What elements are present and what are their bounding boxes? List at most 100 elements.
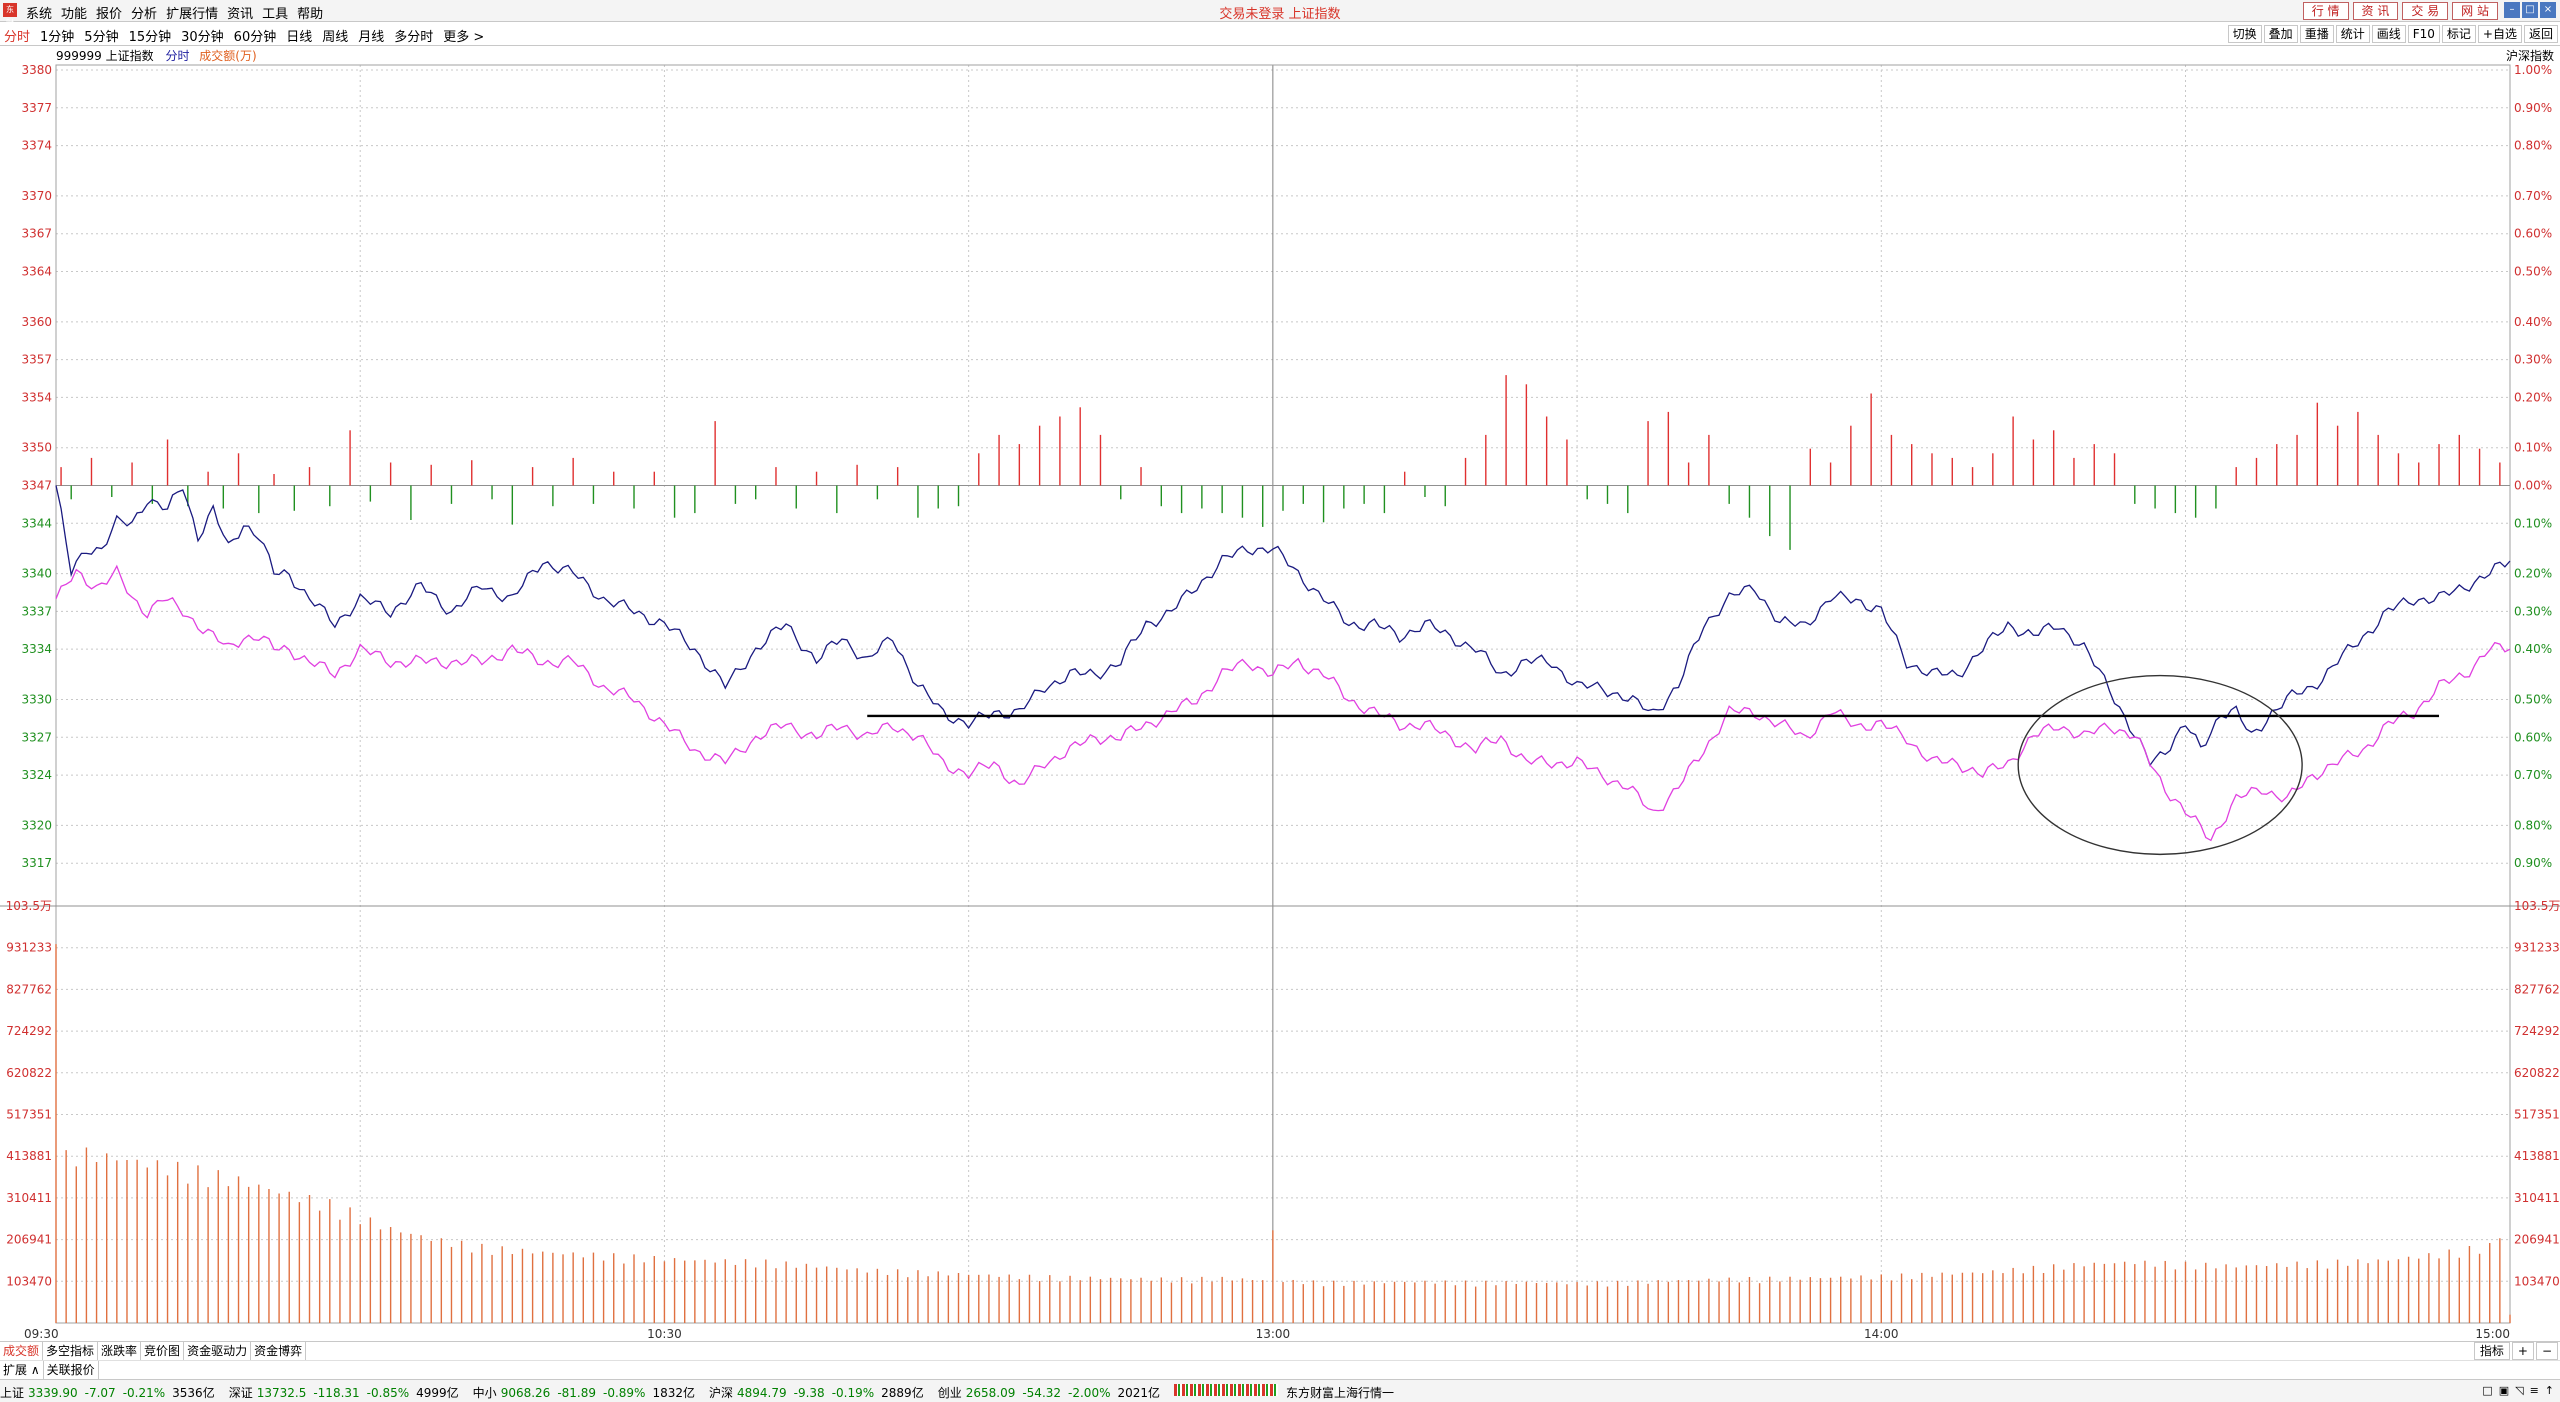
extension-tabs-bar: 扩展 ∧ 关联报价 <box>0 1360 2560 1379</box>
pct-tick: 0.10% <box>2514 516 2552 530</box>
price-tick: 3317 <box>21 856 52 870</box>
pct-tick: 0.70% <box>2514 189 2552 203</box>
tab-turnover[interactable]: 成交额 <box>0 1342 44 1360</box>
volume-tick: 206941 <box>6 1233 52 1247</box>
pct-tick: 0.60% <box>2514 730 2552 744</box>
pct-tick: 0.70% <box>2514 768 2552 782</box>
indicator-button[interactable]: 指标 <box>2473 1342 2510 1360</box>
pct-tick: 0.30% <box>2514 353 2552 367</box>
price-tick: 3370 <box>21 189 52 203</box>
extension-tabs: 扩展 ∧ 关联报价 <box>0 1361 99 1379</box>
price-axis-left: 3380 3377 3374 3370 3367 3364 3360 3357 3354 3350… <box>21 63 52 870</box>
indicator-tabs-bar: 成交额 多空指标 涨跌率 竞价图 资金驱动力 资金博弈 指标 + − <box>0 1341 2560 1360</box>
chart-frame <box>55 64 2511 1324</box>
pct-tick: 0.50% <box>2514 693 2552 707</box>
price-tick: 3344 <box>21 516 52 530</box>
volume-tick: 517351 <box>6 1108 52 1122</box>
market-breadth-bars <box>1174 1384 1279 1396</box>
volume-axis-right: 931233 827762 724292 620822 517351 413881 3104… <box>2514 941 2560 1289</box>
volume-tick: 724292 <box>6 1024 52 1038</box>
status-bar: 上证 3339.90 -7.07 -0.21% 3536亿 深证 13732.5 -118.… <box>0 1379 2560 1402</box>
time-axis: 09:30 10:30 13:00 14:00 15:00 <box>24 1327 2510 1341</box>
intraday-chart[interactable]: 3380 3377 3374 3370 3367 3364 3360 3357 3354 3350… <box>0 0 2560 1341</box>
pct-axis-right: 1.00% 0.90% 0.80% 0.70% 0.60% 0.50% 0.40% 0.30%… <box>2514 63 2552 870</box>
status-icons: □ ▣ ◹ ≡ ↑ <box>2482 1384 2554 1397</box>
pct-tick: 0.00% <box>2514 479 2552 493</box>
volume-tick: 103470 <box>2514 1274 2560 1288</box>
pct-tick: 0.90% <box>2514 856 2552 870</box>
price-tick: 3360 <box>21 315 52 329</box>
pct-tick: 0.40% <box>2514 315 2552 329</box>
chart-grid <box>0 64 2560 1324</box>
add-panel-button[interactable]: + <box>2511 1342 2534 1360</box>
indicator-controls: 指标 + − <box>2472 1342 2558 1360</box>
highlight-ellipse <box>2017 674 2303 856</box>
pct-tick: 0.80% <box>2514 139 2552 153</box>
indicator-tabs: 成交额 多空指标 涨跌率 竞价图 资金驱动力 资金博弈 <box>0 1342 307 1360</box>
volume-tick: 517351 <box>2514 1108 2560 1122</box>
separator-label-right: 103.5万 <box>2514 899 2560 913</box>
volume-axis-left: 931233 827762 724292 620822 517351 413881 3104… <box>6 941 52 1289</box>
price-tick: 3330 <box>21 693 52 707</box>
pct-tick: 0.20% <box>2514 567 2552 581</box>
pct-tick: 1.00% <box>2514 63 2552 77</box>
volume-tick: 413881 <box>2514 1149 2560 1163</box>
tab-auction[interactable]: 竞价图 <box>141 1342 185 1360</box>
menu-icon[interactable]: ≡ <box>2530 1384 2539 1397</box>
pct-tick: 0.10% <box>2514 441 2552 455</box>
pct-tick: 0.60% <box>2514 227 2552 241</box>
volume-tick: 413881 <box>6 1149 52 1163</box>
pct-tick: 0.80% <box>2514 818 2552 832</box>
volume-tick: 103470 <box>6 1274 52 1288</box>
time-label: 09:30 <box>24 1327 59 1341</box>
index-hs300[interactable]: 沪深 4894.79 -9.38 -0.19% 2889亿 <box>709 1384 924 1401</box>
price-tick: 3357 <box>21 353 52 367</box>
pct-tick: 0.50% <box>2514 264 2552 278</box>
volume-tick: 310411 <box>2514 1191 2560 1205</box>
index-sh[interactable]: 上证 3339.90 -7.07 -0.21% 3536亿 <box>0 1384 215 1401</box>
remove-panel-button[interactable]: − <box>2535 1342 2558 1360</box>
tab-extend[interactable]: 扩展 ∧ <box>0 1361 44 1379</box>
price-tick: 3337 <box>21 604 52 618</box>
average-price-line <box>55 564 2511 842</box>
price-tick: 3354 <box>21 390 52 404</box>
tab-rise-fall-ratio[interactable]: 涨跌率 <box>98 1342 142 1360</box>
time-label: 15:00 <box>2475 1327 2510 1341</box>
volume-tick: 931233 <box>2514 941 2560 955</box>
tab-fund-drive[interactable]: 资金驱动力 <box>184 1342 252 1360</box>
index-chinext[interactable]: 创业 2658.09 -54.32 -2.00% 2021亿 <box>938 1384 1160 1401</box>
index-sme[interactable]: 中小 9068.26 -81.89 -0.89% 1832亿 <box>473 1384 695 1401</box>
annotations <box>867 674 2440 856</box>
price-tick: 3327 <box>21 730 52 744</box>
separator-label-left: 103.5万 <box>6 899 52 913</box>
volume-tick: 206941 <box>2514 1233 2560 1247</box>
price-tick: 3324 <box>21 768 52 782</box>
price-lines <box>55 485 2511 842</box>
ticker-text: 东方财富上海行情一 <box>1286 1386 1395 1400</box>
price-tick: 3380 <box>21 63 52 77</box>
volume-tick: 931233 <box>6 941 52 955</box>
up-arrow-icon[interactable]: ↑ <box>2545 1384 2554 1397</box>
flag-icon[interactable]: ◹ <box>2515 1384 2523 1397</box>
time-label: 14:00 <box>1864 1327 1899 1341</box>
price-tick: 3364 <box>21 264 52 278</box>
volume-tick: 620822 <box>2514 1066 2560 1080</box>
layout-icon[interactable]: ▣ <box>2499 1384 2509 1397</box>
price-tick: 3350 <box>21 441 52 455</box>
window-icon[interactable]: □ <box>2482 1384 2492 1397</box>
volume-bars <box>55 944 2511 1323</box>
volume-tick: 620822 <box>6 1066 52 1080</box>
time-label: 13:00 <box>1256 1327 1291 1341</box>
tab-related-quotes[interactable]: 关联报价 <box>44 1361 99 1379</box>
volume-tick: 310411 <box>6 1191 52 1205</box>
index-sz[interactable]: 深证 13732.5 -118.31 -0.85% 4999亿 <box>229 1384 459 1401</box>
pct-tick: 0.20% <box>2514 390 2552 404</box>
price-line <box>55 485 2511 767</box>
price-tick: 3320 <box>21 818 52 832</box>
price-tick: 3377 <box>21 101 52 115</box>
pct-tick: 0.90% <box>2514 101 2552 115</box>
tab-fund-game[interactable]: 资金博弈 <box>251 1342 307 1360</box>
price-tick: 3367 <box>21 227 52 241</box>
tab-bull-bear[interactable]: 多空指标 <box>43 1342 99 1360</box>
volume-tick: 827762 <box>2514 982 2560 996</box>
